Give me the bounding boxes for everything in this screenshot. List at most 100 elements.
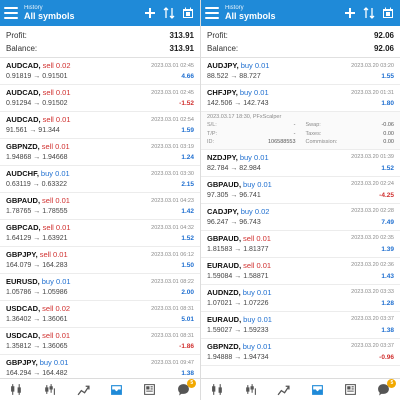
trade-datetime: 2023.03.20 02:28 bbox=[351, 208, 394, 214]
trade-row[interactable]: AUDCAD, sell 0.02 2023.03.01 02:45 0.91819 … bbox=[0, 58, 200, 85]
trade-body: 1.59084 → 1.58871 1.43 bbox=[207, 271, 394, 282]
trade-prices: 91.561 → 91.344 bbox=[6, 127, 60, 134]
quotes-icon[interactable] bbox=[7, 381, 27, 399]
trade-body: 96.247 → 96.743 7.49 bbox=[207, 217, 394, 228]
trade-title: USDCAD, sell 0.02 bbox=[6, 304, 70, 313]
trade-row[interactable]: AUDCHF, buy 0.01 2023.03.01 03:30 0.63119 →… bbox=[0, 166, 200, 193]
trade-prices: 1.64129 → 1.63921 bbox=[6, 235, 68, 242]
calendar-icon[interactable] bbox=[380, 4, 396, 22]
trade-symbol: GBPAUD, bbox=[207, 179, 242, 189]
trade-prices: 96.247 → 96.743 bbox=[207, 218, 261, 226]
trade-symbol: AUDNZD, bbox=[207, 287, 241, 297]
trade-title: GBPNZD, sell 0.01 bbox=[6, 142, 70, 151]
history-icon[interactable] bbox=[107, 381, 127, 399]
chart-icon[interactable] bbox=[241, 381, 261, 399]
trade-side-volume: sell 0.01 bbox=[42, 223, 71, 232]
bottom-nav: 5 bbox=[0, 378, 200, 400]
trade-profit: 1.52 bbox=[181, 235, 194, 242]
trade-list: AUDCAD, sell 0.02 2023.03.01 02:45 0.91819 … bbox=[0, 58, 200, 382]
trade-symbol: EURUSD, bbox=[6, 277, 40, 286]
trade-prices: 1.78765 → 1.78555 bbox=[6, 208, 68, 215]
trade-symbol: GBPCAD, bbox=[6, 223, 41, 232]
left-history-panel: History All symbols Profit: 313.91 Balan… bbox=[0, 0, 200, 400]
trade-row[interactable]: GBPJPY, sell 0.01 2023.03.01 06:12 164.079 … bbox=[0, 247, 200, 274]
chart-icon[interactable] bbox=[40, 381, 60, 399]
trade-row[interactable]: AUDNZD, buy 0.01 2023.03.20 03:33 1.07021 →… bbox=[201, 285, 400, 312]
trade-prices: 142.506 → 142.743 bbox=[207, 100, 269, 107]
trade-row[interactable]: USDCAD, sell 0.02 2023.03.01 08:31 1.36402 … bbox=[0, 301, 200, 328]
trade-profit: -4.25 bbox=[379, 191, 394, 199]
news-icon[interactable] bbox=[340, 381, 360, 399]
balance-row: Balance: 313.91 bbox=[6, 42, 194, 55]
messages-badge: 5 bbox=[387, 378, 397, 388]
sl-label: S/L: bbox=[207, 122, 217, 129]
balance-label: Balance: bbox=[207, 44, 239, 53]
trade-row[interactable]: GBPNZD, buy 0.01 2023.03.20 03:37 1.94888 →… bbox=[201, 339, 400, 366]
menu-icon[interactable] bbox=[4, 7, 18, 19]
calendar-icon[interactable] bbox=[180, 4, 196, 22]
history-icon[interactable] bbox=[307, 381, 327, 399]
trade-row[interactable]: EURUSD, buy 0.01 2023.03.01 08:22 1.05786 →… bbox=[0, 274, 200, 301]
trade-symbol: GBPJPY, bbox=[6, 358, 38, 367]
trade-row[interactable]: GBPCAD, sell 0.01 2023.03.01 04:32 1.64129 … bbox=[0, 220, 200, 247]
quotes-icon[interactable] bbox=[208, 381, 228, 399]
trade-side-volume: sell 0.02 bbox=[42, 304, 71, 313]
trade-header: EURAUD, buy 0.01 2023.03.20 03:37 bbox=[207, 314, 394, 325]
title-block: History All symbols bbox=[225, 5, 339, 21]
trade-datetime: 2023.03.01 08:31 bbox=[151, 332, 194, 339]
trade-row[interactable]: EURAUD, sell 0.01 2023.03.20 02:36 1.59084 … bbox=[201, 258, 400, 285]
trade-title: GBPNZD, buy 0.01 bbox=[207, 342, 272, 351]
trade-list-top: AUDJPY, buy 0.01 2023.03.20 03:20 88.522 → … bbox=[201, 58, 400, 112]
trade-row[interactable]: AUDCAD, sell 0.01 2023.03.01 02:45 0.91294 … bbox=[0, 85, 200, 112]
tp-value: - bbox=[293, 130, 296, 137]
sort-icon[interactable] bbox=[361, 4, 377, 22]
messages-icon[interactable]: 5 bbox=[173, 378, 197, 399]
screen-subtitle: History bbox=[24, 5, 43, 11]
trade-header: GBPJPY, sell 0.01 2023.03.01 06:12 bbox=[6, 249, 194, 260]
taxes-value: 0.00 bbox=[383, 130, 394, 137]
trade-body: 1.35812 → 1.36065 -1.86 bbox=[6, 341, 194, 352]
add-icon[interactable] bbox=[142, 4, 158, 22]
trade-row[interactable]: NZDJPY, buy 0.01 2023.03.20 01:39 82.784 → … bbox=[201, 150, 400, 177]
trade-icon[interactable] bbox=[274, 381, 294, 399]
trade-title: AUDJPY, buy 0.01 bbox=[207, 61, 269, 70]
trade-icon[interactable] bbox=[73, 381, 93, 399]
trade-title: CADJPY, buy 0.02 bbox=[207, 207, 269, 216]
trade-header: CADJPY, buy 0.02 2023.03.20 02:28 bbox=[207, 206, 394, 217]
trade-row[interactable]: CHFJPY, buy 0.01 2023.03.20 01:31 142.506 →… bbox=[201, 85, 400, 112]
trade-row[interactable]: USDCAD, sell 0.01 2023.03.01 08:31 1.35812 … bbox=[0, 328, 200, 355]
trade-profit: 1.38 bbox=[181, 370, 194, 377]
trade-row[interactable]: CADJPY, buy 0.02 2023.03.20 02:28 96.247 → … bbox=[201, 204, 400, 231]
trade-side-volume: buy 0.01 bbox=[41, 277, 71, 286]
trade-header: GBPNZD, buy 0.01 2023.03.20 03:37 bbox=[207, 341, 394, 352]
trade-row[interactable]: GBPAUD, sell 0.01 2023.03.01 04:23 1.78765 … bbox=[0, 193, 200, 220]
trade-side-volume: buy 0.01 bbox=[240, 61, 270, 70]
trade-row[interactable]: EURAUD, buy 0.01 2023.03.20 03:37 1.59027 →… bbox=[201, 312, 400, 339]
trade-symbol: AUDJPY, bbox=[207, 61, 239, 70]
trade-symbol: USDCAD, bbox=[6, 331, 41, 340]
messages-icon[interactable]: 5 bbox=[373, 378, 397, 399]
trade-datetime: 2023.03.01 04:32 bbox=[151, 224, 194, 231]
news-icon[interactable] bbox=[140, 381, 160, 399]
trade-row[interactable]: AUDCAD, sell 0.01 2023.03.01 02:54 91.561 →… bbox=[0, 112, 200, 139]
menu-icon[interactable] bbox=[205, 7, 219, 19]
trade-title: GBPAUD, sell 0.01 bbox=[6, 196, 70, 205]
trade-body: 88.522 → 88.727 1.55 bbox=[207, 71, 394, 82]
trade-row[interactable]: GBPAUD, sell 0.01 2023.03.20 02:35 1.81583 … bbox=[201, 231, 400, 258]
trade-symbol: USDCAD, bbox=[6, 304, 41, 313]
trade-symbol: GBPNZD, bbox=[207, 341, 241, 351]
trade-title: CHFJPY, buy 0.01 bbox=[207, 88, 269, 97]
trade-row[interactable]: GBPNZD, sell 0.01 2023.03.01 03:19 1.94868 … bbox=[0, 139, 200, 166]
trade-row[interactable]: AUDJPY, buy 0.01 2023.03.20 03:20 88.522 → … bbox=[201, 58, 400, 85]
deal-details[interactable]: 2023.03.17 18:30, PFxScalper S/L: - Swap:… bbox=[201, 112, 400, 150]
trade-datetime: 2023.03.01 03:30 bbox=[151, 170, 194, 177]
add-icon[interactable] bbox=[342, 4, 358, 22]
trade-row[interactable]: GBPAUD, buy 0.01 2023.03.20 02:24 97.305 → … bbox=[201, 177, 400, 204]
trade-body: 97.305 → 96.741 -4.25 bbox=[207, 190, 394, 201]
sort-icon[interactable] bbox=[161, 4, 177, 22]
trade-datetime: 2023.03.01 06:12 bbox=[151, 251, 194, 258]
trade-side-volume: sell 0.01 bbox=[42, 331, 71, 340]
swap-row: Swap: -0.06 bbox=[306, 121, 395, 130]
trade-body: 82.784 → 82.984 1.52 bbox=[207, 163, 394, 174]
trade-datetime: 2023.03.20 02:36 bbox=[351, 262, 394, 268]
